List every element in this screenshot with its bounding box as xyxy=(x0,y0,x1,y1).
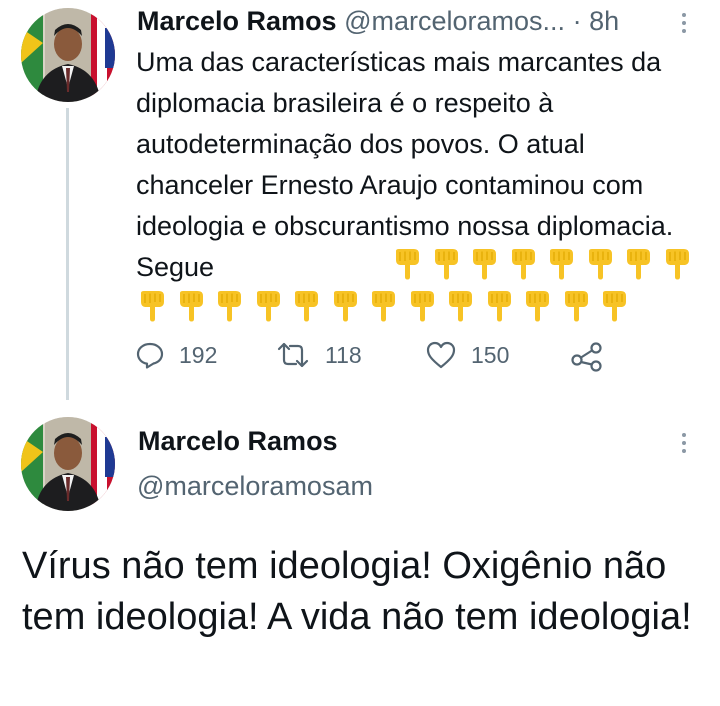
avatar[interactable] xyxy=(21,417,115,511)
backhand-index-pointing-down-icon xyxy=(585,248,615,280)
backhand-index-pointing-down-icon xyxy=(546,248,576,280)
author-handle[interactable]: @marceloramos... xyxy=(344,6,565,36)
tweet-timestamp[interactable]: 8h xyxy=(589,6,619,36)
author-name[interactable]: Marcelo Ramos xyxy=(138,426,338,457)
backhand-index-pointing-down-icon xyxy=(407,290,437,322)
share-button[interactable] xyxy=(570,340,618,372)
tweet-actions: 192 118 150 xyxy=(135,340,615,380)
reply-icon xyxy=(136,342,164,369)
backhand-index-pointing-down-icon xyxy=(214,290,244,322)
retweet-icon xyxy=(277,342,309,368)
emoji-row xyxy=(392,248,700,280)
backhand-index-pointing-down-icon xyxy=(176,290,206,322)
backhand-index-pointing-down-icon xyxy=(522,290,552,322)
backhand-index-pointing-down-icon xyxy=(253,290,283,322)
thread-connector-line xyxy=(66,108,69,400)
backhand-index-pointing-down-icon xyxy=(561,290,591,322)
author-name[interactable]: Marcelo Ramos xyxy=(137,6,337,36)
retweet-button[interactable]: 118 xyxy=(275,340,362,370)
retweet-count: 118 xyxy=(325,341,362,368)
backhand-index-pointing-down-icon xyxy=(662,248,692,280)
more-options-icon[interactable] xyxy=(681,433,687,457)
reply-count: 192 xyxy=(179,341,218,368)
author-handle[interactable]: @marceloramosam xyxy=(137,471,373,502)
backhand-index-pointing-down-icon xyxy=(484,290,514,322)
backhand-index-pointing-down-icon xyxy=(599,290,629,322)
backhand-index-pointing-down-icon xyxy=(469,248,499,280)
reply-button[interactable]: 192 xyxy=(135,340,217,370)
share-icon xyxy=(571,342,602,372)
backhand-index-pointing-down-icon xyxy=(508,248,538,280)
backhand-index-pointing-down-icon xyxy=(330,290,360,322)
backhand-index-pointing-down-icon xyxy=(431,248,461,280)
emoji-row xyxy=(137,290,638,322)
backhand-index-pointing-down-icon xyxy=(137,290,167,322)
backhand-index-pointing-down-icon xyxy=(392,248,422,280)
heart-icon xyxy=(426,341,456,369)
tweet-header: Marcelo Ramos @marceloramos... · 8h xyxy=(137,4,619,38)
backhand-index-pointing-down-icon xyxy=(445,290,475,322)
backhand-index-pointing-down-icon xyxy=(291,290,321,322)
like-button[interactable]: 150 xyxy=(425,340,509,370)
separator-dot: · xyxy=(572,6,582,36)
avatar[interactable] xyxy=(21,8,115,102)
like-count: 150 xyxy=(471,341,510,368)
more-options-icon[interactable] xyxy=(681,13,687,37)
backhand-index-pointing-down-icon xyxy=(368,290,398,322)
tweet-text: Vírus não tem ideologia! Oxigênio não te… xyxy=(22,545,692,638)
backhand-index-pointing-down-icon xyxy=(623,248,653,280)
